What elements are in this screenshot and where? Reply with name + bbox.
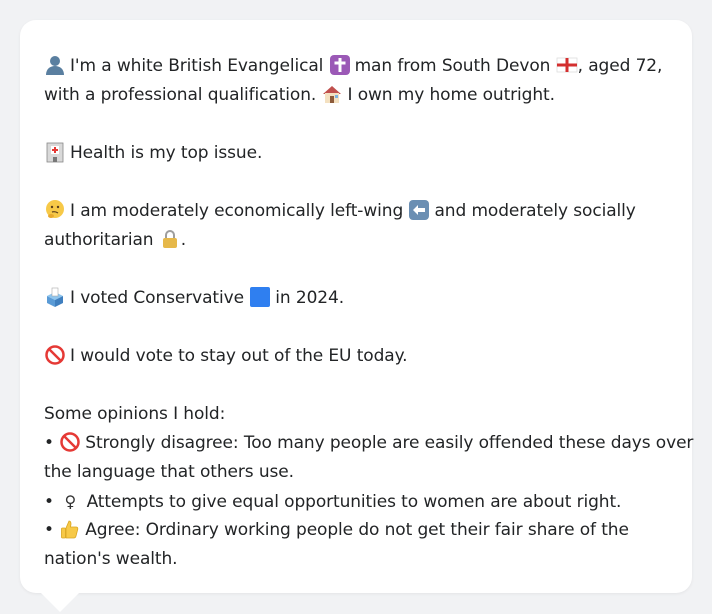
identity-text-5: I own my home outright. [347, 85, 555, 105]
no-entry-icon [44, 344, 66, 366]
hospital-icon [44, 141, 66, 163]
ideology-line-1: I am moderately economically left-wing a… [44, 197, 668, 226]
bust-silhouette-icon [44, 54, 66, 76]
house-icon [321, 83, 343, 105]
opinion-item-3: • Agree: Ordinary working people do not … [44, 516, 668, 545]
female-sign-icon: ♀ [64, 492, 77, 511]
opinions-heading: Some opinions I hold: [44, 404, 226, 424]
ideology-text-3: authoritarian [44, 230, 154, 250]
persona-card: I'm a white British Evangelical man from… [20, 20, 693, 593]
opinion-3-text: Agree: Ordinary working people do not ge… [85, 520, 629, 540]
bubble-tail [40, 592, 80, 612]
no-entry-icon [59, 431, 81, 453]
ideology-period: . [180, 230, 187, 250]
opinion-1-text-cont: the language that others use. [44, 462, 294, 482]
opinion-item-1: • Strongly disagree: Too many people are… [44, 429, 693, 458]
ideology-text-2: and moderately socially [434, 201, 636, 221]
identity-line-2: with a professional qualification. I own… [44, 81, 668, 110]
vote-text-2: in 2024. [275, 288, 345, 308]
identity-line-1: I'm a white British Evangelical man from… [44, 52, 668, 81]
opinion-item-1-cont: the language that others use. [44, 458, 668, 487]
blue-square-icon [249, 286, 271, 308]
opinion-item-2: • ♀ Attempts to give equal opportunities… [44, 487, 668, 516]
thumbs-up-icon [59, 518, 81, 540]
opinion-2-text: Attempts to give equal opportunities to … [86, 492, 622, 512]
bullet: • [44, 433, 54, 453]
identity-text-2: man from South Devon [354, 56, 551, 76]
eu-line: I would vote to stay out of the EU today… [44, 342, 668, 371]
thinking-face-icon [44, 199, 66, 221]
ballot-box-icon [44, 286, 66, 308]
bullet: • [44, 520, 54, 540]
opinion-3-text-cont: nation's wealth. [44, 549, 178, 569]
top-issue-text: Health is my top issue. [70, 143, 263, 163]
eu-text: I would vote to stay out of the EU today… [70, 346, 408, 366]
ideology-text-1: I am moderately economically left-wing [70, 201, 404, 221]
opinion-1-text: Strongly disagree: Too many people are e… [85, 433, 694, 453]
england-flag-icon [556, 54, 578, 76]
identity-text-1: I'm a white British Evangelical [70, 56, 324, 76]
locked-icon [159, 228, 181, 250]
opinion-item-3-cont: nation's wealth. [44, 545, 668, 574]
ideology-line-2: authoritarian . [44, 226, 668, 255]
vote-line: I voted Conservative in 2024. [44, 284, 668, 313]
latin-cross-icon [329, 54, 351, 76]
identity-text-4: with a professional qualification. [44, 85, 317, 105]
bullet: • [44, 492, 54, 512]
top-issue-line: Health is my top issue. [44, 139, 668, 168]
left-arrow-icon [408, 199, 430, 221]
vote-text-1: I voted Conservative [70, 288, 244, 308]
identity-text-3: , aged 72, [577, 56, 663, 76]
